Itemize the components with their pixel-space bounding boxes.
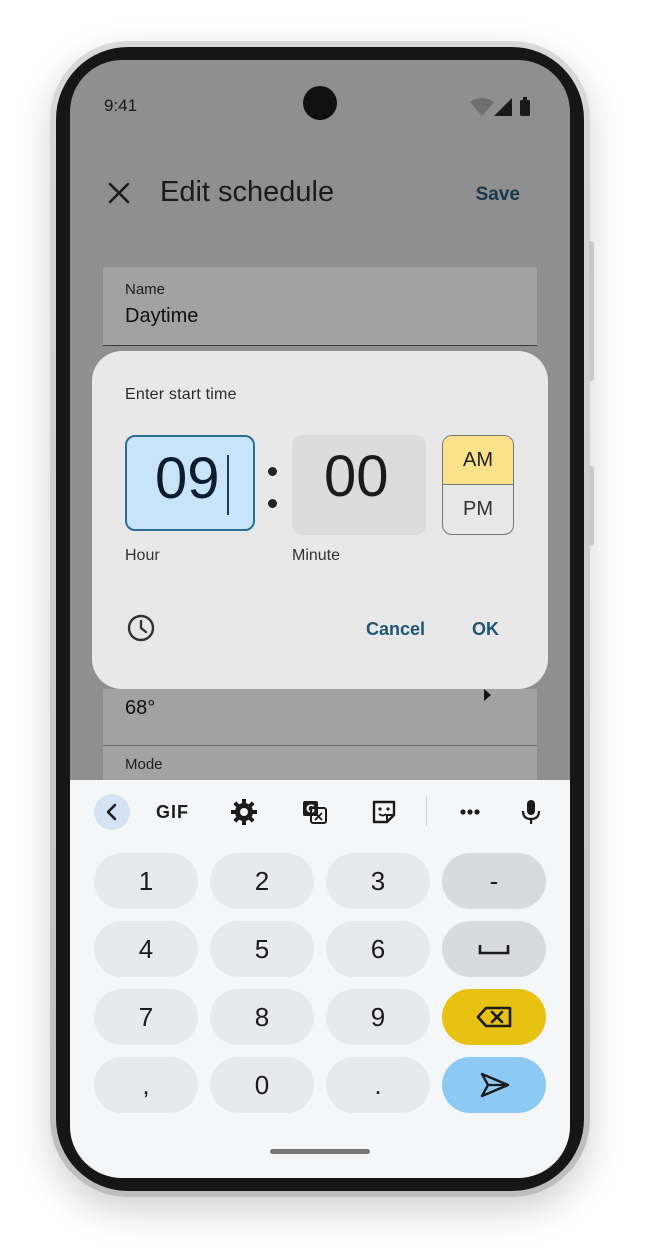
name-value: Daytime — [125, 305, 199, 327]
name-label: Name — [125, 281, 166, 298]
hour-label: Hour — [125, 547, 160, 564]
settings-gear-icon[interactable] — [230, 798, 258, 826]
status-bar: 9:41 — [70, 60, 570, 150]
ok-button[interactable]: OK — [472, 619, 499, 640]
key-0[interactable]: 0 — [210, 1057, 314, 1113]
key-4[interactable]: 4 — [94, 921, 198, 977]
translate-icon[interactable]: G — [300, 798, 328, 826]
signal-icon — [494, 98, 512, 116]
mode-label: Mode — [125, 756, 163, 773]
keyboard-back-button[interactable] — [94, 794, 130, 830]
time-input-dialog: Enter start time 09 00 AM PM Hour Minute… — [92, 351, 548, 689]
home-indicator[interactable] — [270, 1149, 370, 1154]
microphone-icon[interactable] — [517, 798, 545, 826]
power-button — [589, 466, 594, 546]
chevron-left-icon — [106, 803, 117, 821]
wifi-icon — [470, 98, 494, 116]
name-field[interactable]: Name Daytime — [103, 267, 537, 346]
battery-icon — [520, 100, 530, 116]
app-bar: Edit schedule Save — [70, 160, 570, 230]
volume-button — [589, 241, 594, 381]
backspace-icon — [476, 1006, 512, 1028]
key-6[interactable]: 6 — [326, 921, 430, 977]
key-period[interactable]: . — [326, 1057, 430, 1113]
key-backspace[interactable] — [442, 989, 546, 1045]
key-send[interactable] — [442, 1057, 546, 1113]
key-7[interactable]: 7 — [94, 989, 198, 1045]
key-9[interactable]: 9 — [326, 989, 430, 1045]
time-separator — [264, 449, 278, 519]
text-cursor — [227, 455, 229, 515]
keyboard-toolbar: GIF G — [70, 792, 570, 832]
clock-icon[interactable] — [126, 613, 156, 643]
hour-value: 09 — [155, 446, 220, 511]
save-button[interactable]: Save — [476, 184, 520, 206]
key-minus[interactable]: - — [442, 853, 546, 909]
minute-input[interactable]: 00 — [292, 435, 426, 535]
send-icon — [480, 1072, 510, 1098]
key-3[interactable]: 3 — [326, 853, 430, 909]
key-1[interactable]: 1 — [94, 853, 198, 909]
gif-button[interactable]: GIF — [156, 802, 189, 823]
temperature-value: 68° — [125, 697, 156, 719]
pm-toggle[interactable]: PM — [443, 485, 513, 534]
key-2[interactable]: 2 — [210, 853, 314, 909]
status-time: 9:41 — [104, 96, 138, 115]
cancel-button[interactable]: Cancel — [366, 619, 425, 640]
space-bar-icon — [478, 945, 510, 955]
key-space[interactable] — [442, 921, 546, 977]
temperature-row[interactable]: 68° — [103, 689, 537, 746]
dropdown-arrow-icon — [484, 689, 491, 701]
page-title: Edit schedule — [160, 176, 335, 208]
am-pm-selector: AM PM — [442, 435, 514, 535]
key-comma[interactable]: , — [94, 1057, 198, 1113]
status-icons — [470, 97, 530, 116]
key-8[interactable]: 8 — [210, 989, 314, 1045]
dialog-title: Enter start time — [125, 386, 237, 403]
screen: 9:41 Edit schedule Save Name Daytime 68°… — [70, 60, 570, 1178]
hour-input[interactable]: 09 — [125, 435, 255, 531]
minute-label: Minute — [292, 547, 341, 564]
front-camera — [303, 86, 337, 120]
more-options-icon[interactable] — [456, 798, 484, 826]
close-icon[interactable] — [104, 178, 134, 208]
minute-value: 00 — [324, 444, 389, 509]
key-5[interactable]: 5 — [210, 921, 314, 977]
toolbar-divider — [426, 796, 427, 826]
numeric-keyboard: GIF G 1 2 3 - 4 5 6 7 8 9 , 0 . — [70, 780, 570, 1178]
am-toggle[interactable]: AM — [443, 436, 513, 485]
sticker-icon[interactable] — [370, 798, 398, 826]
